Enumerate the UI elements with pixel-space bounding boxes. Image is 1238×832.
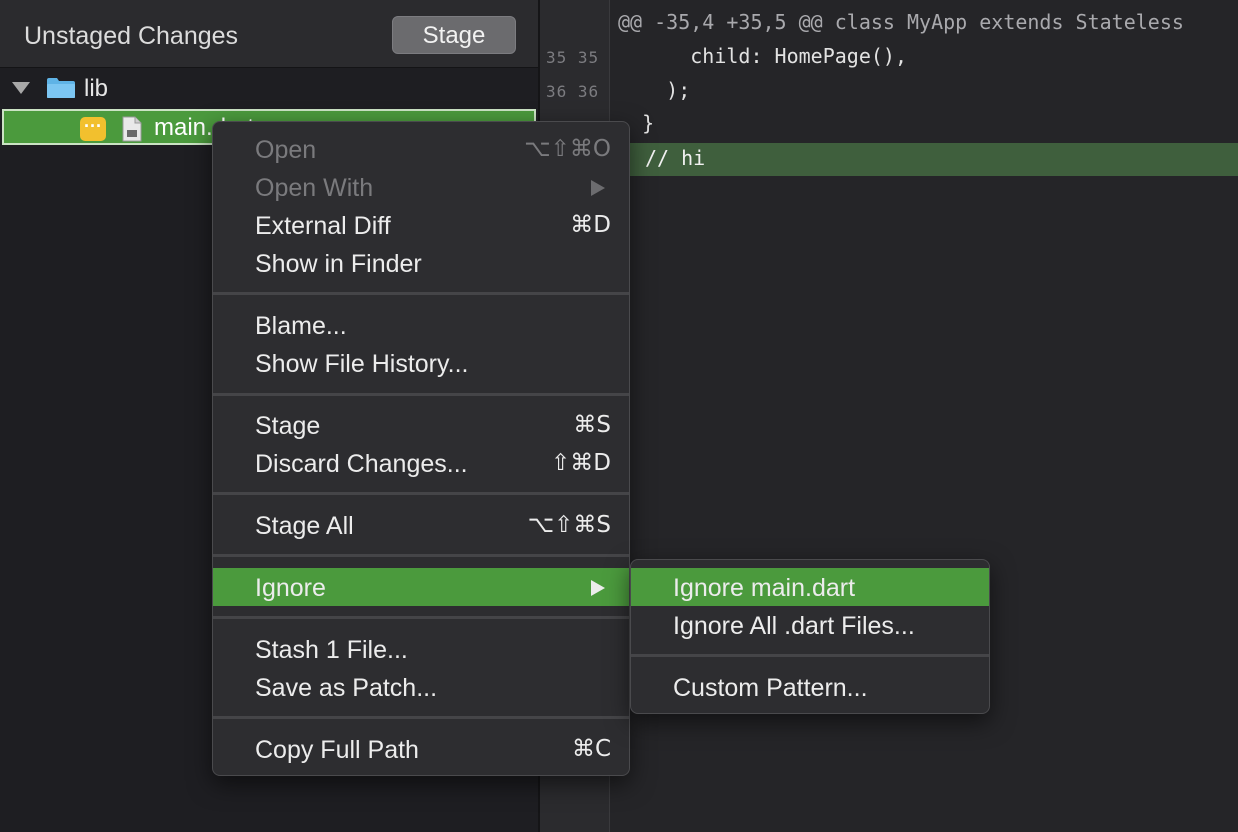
code-line: child: HomePage(), <box>618 44 907 68</box>
menu-item-blame[interactable]: Blame... <box>213 306 629 344</box>
stage-button[interactable]: Stage <box>392 16 516 54</box>
hunk-header: @@ -35,4 +35,5 @@ class MyApp extends St… <box>618 10 1184 34</box>
disclosure-triangle-icon[interactable] <box>12 82 30 94</box>
tree-folder-lib[interactable]: lib <box>0 70 538 106</box>
menu-item-copy-full-path[interactable]: Copy Full Path ⌘C <box>213 730 629 768</box>
menu-item-stage[interactable]: Stage ⌘S <box>213 406 629 444</box>
menu-item-external-diff[interactable]: External Diff ⌘D <box>213 206 629 244</box>
modified-badge-icon: ··· <box>80 117 106 141</box>
submenu-item-custom-pattern[interactable]: Custom Pattern... <box>631 668 989 706</box>
submenu-arrow-icon <box>591 580 605 596</box>
added-line-text: // hi <box>645 146 706 170</box>
menu-item-ignore[interactable]: Ignore <box>213 568 629 606</box>
gutter-line-35: 35 35 <box>546 48 600 67</box>
menu-separator <box>213 616 629 619</box>
menu-item-show-in-finder[interactable]: Show in Finder <box>213 244 629 282</box>
menu-item-stash-file[interactable]: Stash 1 File... <box>213 630 629 668</box>
menu-item-show-file-history[interactable]: Show File History... <box>213 344 629 382</box>
menu-item-discard-changes[interactable]: Discard Changes... ⇧⌘D <box>213 444 629 482</box>
unstaged-header: Unstaged Changes Stage <box>0 0 538 68</box>
added-code-line: // hi <box>611 143 1238 176</box>
menu-item-open[interactable]: Open ⌥⇧⌘O <box>213 130 629 168</box>
submenu-arrow-icon <box>591 180 605 196</box>
context-menu: Open ⌥⇧⌘O Open With External Diff ⌘D Sho… <box>212 121 630 776</box>
menu-separator <box>631 654 989 657</box>
unstaged-title: Unstaged Changes <box>24 22 239 50</box>
ignore-submenu: Ignore main.dart Ignore All .dart Files.… <box>630 559 990 714</box>
submenu-item-ignore-all-dart[interactable]: Ignore All .dart Files... <box>631 606 989 644</box>
file-icon <box>122 116 142 142</box>
menu-item-save-as-patch[interactable]: Save as Patch... <box>213 668 629 706</box>
submenu-item-ignore-main-dart[interactable]: Ignore main.dart <box>631 568 989 606</box>
menu-separator <box>213 292 629 295</box>
menu-separator <box>213 492 629 495</box>
folder-label: lib <box>84 75 109 102</box>
menu-separator <box>213 554 629 557</box>
code-line: ); <box>618 78 691 102</box>
folder-icon <box>47 78 75 98</box>
menu-separator <box>213 393 629 396</box>
menu-separator <box>213 716 629 719</box>
menu-item-stage-all[interactable]: Stage All ⌥⇧⌘S <box>213 506 629 544</box>
gutter-line-36: 36 36 <box>546 82 600 101</box>
menu-item-open-with[interactable]: Open With <box>213 168 629 206</box>
